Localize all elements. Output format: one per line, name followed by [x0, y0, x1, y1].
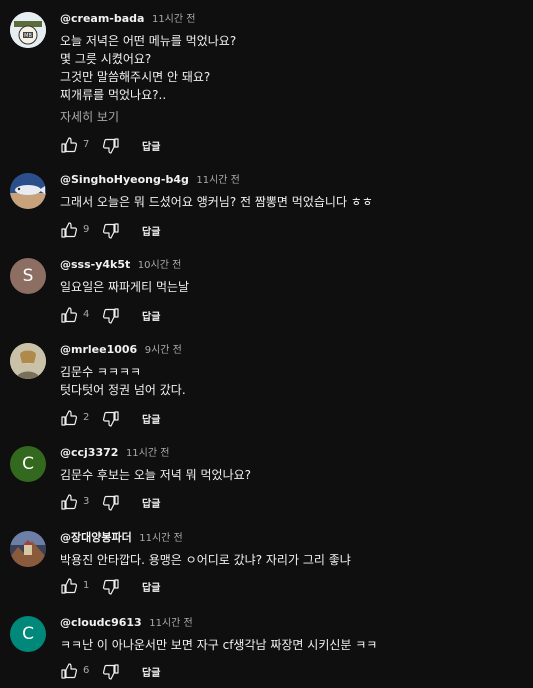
comment-body: @cream-bada 11시간 전 오늘 저녁은 어떤 메뉴를 먹었나요? 몇…: [60, 12, 525, 154]
comment-actions: 6 답글: [60, 662, 260, 682]
comment-line: 그것만 말씀해주시면 안 돼요?: [60, 70, 211, 84]
avatar[interactable]: C: [10, 616, 46, 652]
thumbs-down-icon[interactable]: [102, 410, 120, 428]
comment-text: 박용진 안타깝다. 용맹은 ㅇ어디로 갔냐? 자리가 그리 좋냐: [60, 551, 525, 569]
comment-actions: 7 답글: [60, 136, 260, 156]
comment-text: 그래서 오늘은 뭐 드셨어요 앵커님? 전 짬뽕면 먹었습니다 ㅎㅎ: [60, 193, 525, 211]
comment-actions: 4 답글: [60, 306, 260, 326]
thumbs-up-icon[interactable]: [60, 221, 78, 239]
comment-line: 몇 그릇 시켰어요?: [60, 52, 152, 66]
avatar[interactable]: S: [10, 258, 46, 294]
svg-text:MB: MB: [24, 33, 32, 39]
avatar[interactable]: [10, 343, 46, 379]
fish-avatar: [10, 173, 46, 209]
comment-time[interactable]: 11시간 전: [196, 175, 240, 186]
avatar-letter: C: [22, 454, 34, 474]
like-count: 9: [83, 224, 90, 235]
comment-author[interactable]: @cloudc9613: [60, 616, 142, 629]
like-count: 7: [83, 139, 90, 150]
comment-body: @cloudc9613 11시간 전 ㅋㅋ난 이 아나운서만 보면 자구 cf생…: [60, 616, 525, 680]
comment-actions: 1 답글: [60, 577, 260, 597]
reply-button[interactable]: 답글: [142, 495, 160, 510]
thumbs-down-icon[interactable]: [102, 578, 120, 596]
comment-body: @mrlee1006 9시간 전 김문수 ㅋㅋㅋㅋ 텃다텃어 정권 넘어 갔다.…: [60, 343, 525, 427]
comment-actions: 3 답글: [60, 493, 260, 513]
like-count: 3: [83, 496, 90, 507]
comment-actions: 2 답글: [60, 409, 260, 429]
comment-author[interactable]: @sss-y4k5t: [60, 258, 130, 271]
comment-line: ㅋㅋ난 이 아나운서만 보면 자구 cf생각남 짜장면 시키신분 ㅋㅋ: [60, 638, 378, 652]
comment-time[interactable]: 10시간 전: [138, 260, 182, 271]
comment-text: 김문수 ㅋㅋㅋㅋ 텃다텃어 정권 넘어 갔다.: [60, 363, 525, 399]
comment-line: 김문수 ㅋㅋㅋㅋ: [60, 365, 142, 379]
comment-author[interactable]: @장대양봉파더: [60, 531, 132, 544]
comment-author[interactable]: @cream-bada: [60, 12, 144, 25]
comment-line: 박용진 안타깝다. 용맹은 ㅇ어디로 갔냐? 자리가 그리 좋냐: [60, 553, 351, 567]
thumbs-down-icon[interactable]: [102, 137, 120, 155]
thumbs-up-icon[interactable]: [60, 577, 78, 595]
comment-time[interactable]: 9시간 전: [145, 345, 182, 356]
comment-body: @sss-y4k5t 10시간 전 일요일은 짜파게티 먹는날 4 답글: [60, 258, 525, 324]
like-count: 2: [83, 412, 90, 423]
thumbs-up-icon[interactable]: [60, 493, 78, 511]
comment-time[interactable]: 11시간 전: [139, 533, 183, 544]
comment-body: @ccj3372 11시간 전 김문수 후보는 오늘 저녁 뭐 먹었나요? 3 …: [60, 446, 525, 511]
thumbs-up-icon[interactable]: [60, 662, 78, 680]
avatar-letter: C: [22, 624, 34, 644]
reply-button[interactable]: 답글: [142, 223, 160, 238]
like-count: 4: [83, 309, 90, 320]
comment-author[interactable]: @ccj3372: [60, 446, 118, 459]
comment-line: 오늘 저녁은 어떤 메뉴를 먹었나요?: [60, 34, 237, 48]
like-count: 1: [83, 580, 90, 591]
avatar[interactable]: C: [10, 446, 46, 482]
landscape-avatar: [10, 531, 46, 567]
comment-author[interactable]: @mrlee1006: [60, 343, 137, 356]
like-count: 6: [83, 665, 90, 676]
thumbs-down-icon[interactable]: [102, 494, 120, 512]
comment-line: 그래서 오늘은 뭐 드셨어요 앵커님? 전 짬뽕면 먹었습니다 ㅎㅎ: [60, 195, 373, 209]
comment-time[interactable]: 11시간 전: [149, 618, 193, 629]
comment-author[interactable]: @SinghoHyeong-b4g: [60, 173, 189, 186]
thumbs-down-icon[interactable]: [102, 663, 120, 681]
comment-body: @SinghoHyeong-b4g 11시간 전 그래서 오늘은 뭐 드셨어요 …: [60, 173, 525, 239]
comment-line: 김문수 후보는 오늘 저녁 뭐 먹었나요?: [60, 468, 252, 482]
avatar[interactable]: [10, 173, 46, 209]
reply-button[interactable]: 답글: [142, 138, 160, 153]
thumbs-up-icon[interactable]: [60, 409, 78, 427]
reply-button[interactable]: 답글: [142, 579, 160, 594]
reply-button[interactable]: 답글: [142, 308, 160, 323]
read-more-link[interactable]: 자세히 보기: [60, 108, 525, 126]
thumbs-down-icon[interactable]: [102, 307, 120, 325]
comment-body: @장대양봉파더 11시간 전 박용진 안타깝다. 용맹은 ㅇ어디로 갔냐? 자리…: [60, 531, 525, 595]
thumbs-up-icon[interactable]: [60, 306, 78, 324]
comment-line: 찌개류를 먹었나요?..: [60, 88, 167, 102]
comment-text: 김문수 후보는 오늘 저녁 뭐 먹었나요?: [60, 466, 525, 484]
comment-text: 일요일은 짜파게티 먹는날: [60, 278, 525, 296]
comment-text: 오늘 저녁은 어떤 메뉴를 먹었나요? 몇 그릇 시켰어요? 그것만 말씀해주시…: [60, 32, 525, 104]
thumbs-up-icon[interactable]: [60, 136, 78, 154]
comment-time[interactable]: 11시간 전: [126, 448, 170, 459]
avatar-letter: S: [22, 266, 34, 286]
comment-text: ㅋㅋ난 이 아나운서만 보면 자구 cf생각남 짜장면 시키신분 ㅋㅋ: [60, 636, 525, 654]
comment-line: 텃다텃어 정권 넘어 갔다.: [60, 383, 186, 397]
cartoon-face-avatar: MB: [10, 12, 46, 48]
avatar[interactable]: [10, 531, 46, 567]
reply-button[interactable]: 답글: [142, 664, 160, 679]
avatar[interactable]: MB: [10, 12, 46, 48]
comment-actions: 9 답글: [60, 221, 260, 241]
photo-avatar: [10, 343, 46, 379]
reply-button[interactable]: 답글: [142, 411, 160, 426]
comment-line: 일요일은 짜파게티 먹는날: [60, 280, 190, 294]
thumbs-down-icon[interactable]: [102, 222, 120, 240]
comment-time[interactable]: 11시간 전: [152, 14, 196, 25]
